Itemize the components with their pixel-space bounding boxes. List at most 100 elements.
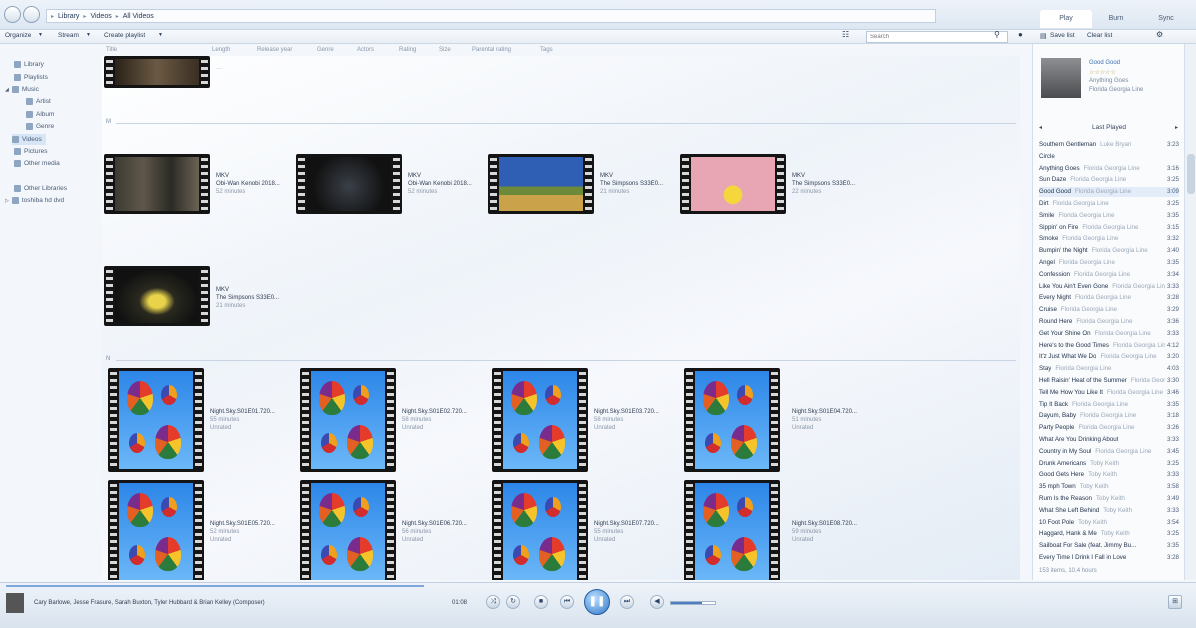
col-rating[interactable]: Rating [399,47,439,53]
video-thumbnail[interactable] [680,154,786,214]
video-thumbnail[interactable] [104,266,210,326]
playlist-row[interactable]: Confession Florida Georgia Line 3:34 [1039,270,1179,280]
playlist-row[interactable]: Cruise Florida Georgia Line 3:29 [1039,305,1179,315]
playlist-row[interactable]: Every Night Florida Georgia Line 3:28 [1039,293,1179,303]
col-actors[interactable]: Actors [357,47,399,53]
playlist-row[interactable]: Southern Gentleman Luke Bryan 3:23 [1039,140,1179,150]
video-thumbnail[interactable] [684,480,780,580]
playlist-row[interactable]: Drunk Americans Toby Keith 3:25 [1039,459,1179,469]
playlist-row[interactable]: Good Gets Here Toby Keith 3:33 [1039,470,1179,480]
col-parental-rating[interactable]: Parental rating [472,47,540,53]
nav-genre[interactable]: Genre [26,121,54,132]
video-thumbnail[interactable] [104,56,210,88]
nav-other-libraries[interactable]: Other Libraries [14,183,67,194]
group-header-m[interactable]: M [106,119,111,125]
play-pause-button[interactable]: ❚❚ [584,589,610,615]
playlist-row[interactable]: Circle [1039,152,1179,162]
video-thumbnail[interactable] [492,480,588,580]
previous-icon[interactable]: ⏮ [560,595,574,609]
search-icon[interactable]: ⚲ [994,30,1000,39]
next-icon[interactable]: ⏭ [620,595,634,609]
crumb-library[interactable]: Library [58,13,79,20]
playlist-row[interactable]: Round Here Florida Georgia Line 3:36 [1039,317,1179,327]
nav-library[interactable]: Library [14,59,44,70]
playlist-row[interactable]: Haggard, Hank & Me Toby Keith 3:25 [1039,529,1179,539]
playlist-row[interactable]: What Are You Drinking About 3:33 [1039,435,1179,445]
view-options-icon[interactable]: ☷ [842,30,849,39]
album-art[interactable] [1041,58,1081,98]
playlist-row[interactable]: Dirt Florida Georgia Line 3:25 [1039,199,1179,209]
playlist-row[interactable]: Smile Florida Georgia Line 3:35 [1039,211,1179,221]
crumb-all-videos[interactable]: All Videos [123,13,154,20]
playlist-row[interactable]: Sailboat For Sale (feat. Jimmy Bu... 3:35 [1039,541,1179,551]
list-header[interactable]: Last Played [1033,124,1185,134]
playlist-row[interactable]: What She Left Behind Toby Keith 3:33 [1039,506,1179,516]
expand-arrow-icon[interactable]: ▷ [5,198,9,204]
nav-pictures[interactable]: Pictures [14,146,47,157]
forward-arrow-icon[interactable] [23,6,40,23]
nav-toshiba[interactable]: ▷ toshiba hd dvd [5,195,64,206]
breadcrumb[interactable]: ▸ Library ▸ Videos ▸ All Videos [46,9,936,23]
chevron-down-icon[interactable]: ▼ [158,32,163,38]
playlist-row[interactable]: Stay Florida Georgia Line 4:03 [1039,364,1179,374]
nav-playlists[interactable]: Playlists [14,72,48,83]
arrow-right-icon[interactable]: ▸ [1175,124,1178,131]
search-input[interactable] [866,31,1008,43]
playlist-row[interactable]: Party People Florida Georgia Line 3:26 [1039,423,1179,433]
chevron-down-icon[interactable]: ▼ [38,32,43,38]
nav-music[interactable]: ◢ Music [5,84,39,95]
playlist-row[interactable]: Like You Ain't Even Gone Florida Georgia … [1039,282,1179,292]
seek-bar[interactable] [6,585,424,587]
shuffle-icon[interactable]: ⤨ [486,595,500,609]
video-thumbnail[interactable] [300,368,396,472]
crumb-videos[interactable]: Videos [90,13,111,20]
video-thumbnail[interactable] [104,154,210,214]
video-thumbnail[interactable] [108,368,204,472]
playlist-row[interactable]: Dayum, Baby Florida Georgia Line 3:18 [1039,411,1179,421]
video-thumbnail[interactable] [300,480,396,580]
create-playlist-menu[interactable]: Create playlist [104,32,145,39]
playlist-row[interactable]: Tip It Back Florida Georgia Line 3:35 [1039,400,1179,410]
col-genre[interactable]: Genre [317,47,357,53]
col-size[interactable]: Size [439,47,472,53]
scrollbar-thumb[interactable] [1187,154,1195,194]
organize-menu[interactable]: Organize [5,32,31,39]
tab-burn[interactable]: Burn [1090,10,1142,28]
stream-menu[interactable]: Stream [58,32,79,39]
chevron-down-icon[interactable]: ▼ [86,32,91,38]
save-list-button[interactable]: Save list [1050,32,1075,39]
playlist-row[interactable]: Country in My Soul Florida Georgia Line 3:… [1039,447,1179,457]
playlist-row[interactable]: Smoke Florida Georgia Line 3:32 [1039,234,1179,244]
video-thumbnail[interactable] [488,154,594,214]
list-scrollbar[interactable] [1184,44,1196,580]
video-thumbnail[interactable] [684,368,780,472]
playlist-row[interactable]: Every Time I Drink I Fall in Love 3:28 [1039,553,1179,563]
video-thumbnail[interactable] [296,154,402,214]
repeat-icon[interactable]: ↻ [506,595,520,609]
col-length[interactable]: Length [212,47,257,53]
playlist-row[interactable]: Sun Daze Florida Georgia Line 3:25 [1039,175,1179,185]
playlist-row[interactable]: Rum Is the Reason Toby Keith 3:49 [1039,494,1179,504]
nav-other-media[interactable]: Other media [14,158,60,169]
playlist-row[interactable]: It'z Just What We Do Florida Georgia Line… [1039,352,1179,362]
help-icon[interactable]: ● [1018,30,1023,39]
playlist-row[interactable]: 10 Foot Pole Toby Keith 3:54 [1039,518,1179,528]
expand-arrow-icon[interactable]: ◢ [5,87,9,93]
col-release-year[interactable]: Release year [257,47,317,53]
video-thumbnail[interactable] [492,368,588,472]
nav-album[interactable]: Album [26,109,54,120]
playlist-row[interactable]: 35 mph Town Toby Keith 3:58 [1039,482,1179,492]
now-playing-song[interactable]: Good Good [1089,60,1120,66]
clear-list-button[interactable]: Clear list [1087,32,1112,39]
playlist-row[interactable]: Bumpin' the Night Florida Georgia Line 3:4… [1039,246,1179,256]
playlist-row[interactable]: Here's to the Good Times Florida Georgia … [1039,341,1179,351]
col-title[interactable]: Title [102,47,212,53]
volume-slider[interactable] [670,601,716,605]
list-options-icon[interactable]: ⚙ [1156,30,1163,39]
playlist-row[interactable]: Angel Florida Georgia Line 3:35 [1039,258,1179,268]
now-playing-thumbnail[interactable] [6,593,24,613]
rating-stars[interactable]: ☆☆☆☆☆ [1089,69,1116,76]
playlist-row[interactable]: Good Good Florida Georgia Line 3:09 [1039,187,1179,198]
video-thumbnail[interactable] [108,480,204,580]
playlist-row[interactable]: Get Your Shine On Florida Georgia Line 3:3… [1039,329,1179,339]
